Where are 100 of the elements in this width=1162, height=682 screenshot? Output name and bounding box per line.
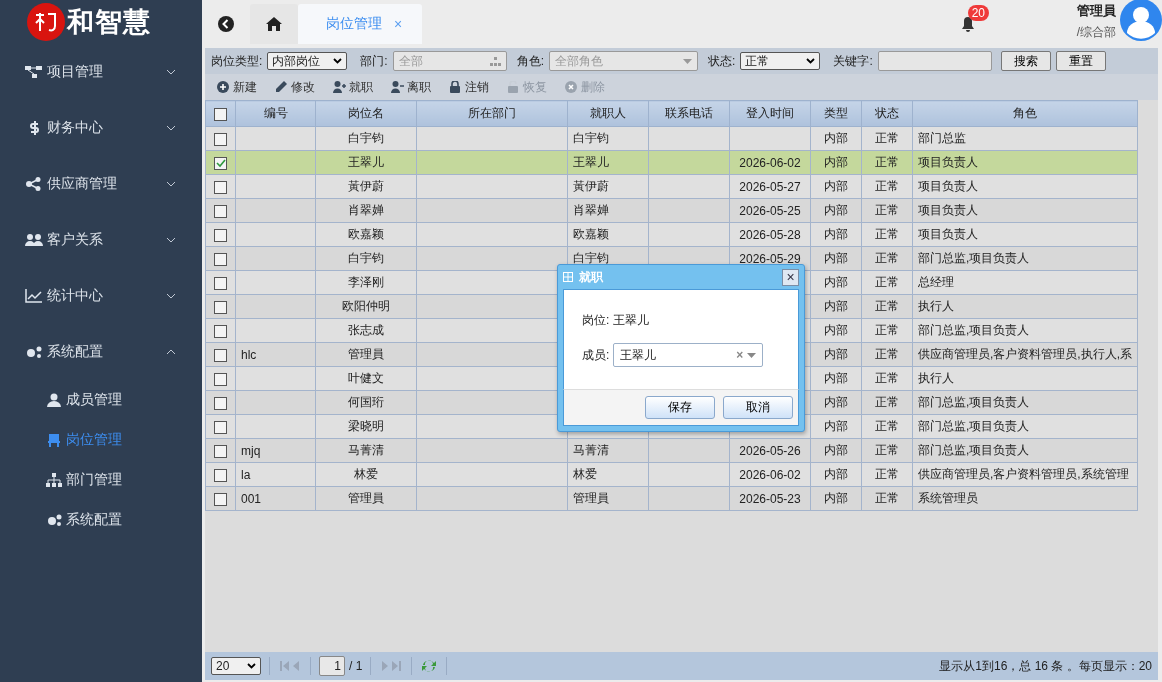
table-cell: 内部 — [824, 275, 848, 289]
field-label: 岗位: — [582, 312, 610, 329]
member-select[interactable]: 王翠儿 × — [613, 343, 764, 367]
sidebar-subitem[interactable]: 成员管理 — [0, 380, 202, 420]
sidebar-item[interactable]: 财务中心 — [0, 100, 202, 156]
filter-button[interactable]: 搜索 — [1000, 51, 1051, 71]
column-header[interactable]: 联系电话 — [648, 100, 730, 127]
logo-text: 和智慧 — [67, 6, 151, 39]
table-cell: 项目负责人 — [918, 179, 978, 193]
table-cell: hlc — [241, 347, 257, 362]
toolbar-button[interactable]: 修改 — [271, 78, 319, 96]
column-header[interactable]: 所在部门 — [416, 100, 568, 127]
row-checkbox[interactable] — [214, 228, 227, 242]
table-cell: 正常 — [875, 251, 899, 265]
table-cell: mjq — [241, 443, 261, 458]
table-cell: 黃伊蔚 — [573, 179, 609, 193]
table-cell: 内部 — [824, 299, 848, 313]
row-checkbox[interactable] — [214, 372, 227, 386]
sidebar-item[interactable]: 客户关系 — [0, 212, 202, 268]
column-header[interactable]: 登入时间 — [729, 100, 811, 127]
table-cell: 正常 — [875, 395, 899, 409]
sidebar-subitem[interactable]: 系统配置 — [0, 500, 202, 540]
status-select[interactable]: 正常 — [740, 52, 821, 70]
remove-icon — [565, 81, 578, 93]
home-tab[interactable] — [250, 4, 298, 44]
table-cell: 正常 — [875, 443, 899, 457]
filter-button[interactable]: 重置 — [1055, 51, 1106, 71]
table-cell: 部门总监,项目负责人 — [918, 443, 1030, 457]
caret-icon — [247, 663, 256, 669]
column-header[interactable]: 角色 — [912, 100, 1138, 127]
table-cell: 部门总监,项目负责人 — [918, 419, 1030, 433]
user-department: /综合部 — [1076, 23, 1116, 41]
table-cell: 白宇钧 — [348, 251, 384, 265]
caret-icon — [806, 58, 816, 64]
close-button[interactable]: × — [782, 268, 799, 286]
row-checkbox[interactable] — [214, 468, 227, 482]
dialog-title: 就职 — [579, 268, 603, 286]
table-cell: 叶健文 — [348, 371, 384, 385]
unlock-icon — [507, 81, 520, 93]
row-checkbox[interactable] — [214, 444, 227, 458]
select-all-checkbox[interactable] — [214, 107, 227, 121]
toolbar-button[interactable]: 离职 — [387, 78, 435, 96]
table-cell: 内部 — [824, 179, 848, 193]
row-checkbox[interactable] — [214, 180, 227, 194]
sidebar-item[interactable]: 统计中心 — [0, 268, 202, 324]
dialog-button[interactable]: 取消 — [723, 396, 793, 419]
keyword-field[interactable] — [877, 51, 992, 71]
table-cell: 总经理 — [918, 275, 954, 289]
table-cell: 内部 — [824, 347, 848, 361]
table-cell: 马菁清 — [348, 443, 384, 457]
row-checkbox[interactable] — [214, 132, 227, 146]
dialog-button[interactable]: 保存 — [645, 396, 715, 419]
row-checkbox[interactable] — [214, 396, 227, 410]
table-cell: 内部 — [824, 131, 848, 145]
column-header[interactable]: 岗位名 — [315, 100, 417, 127]
row-checkbox[interactable] — [214, 276, 227, 290]
row-checkbox[interactable] — [214, 492, 227, 506]
sidebar-item[interactable]: 供应商管理 — [0, 156, 202, 212]
grid-icon — [563, 272, 573, 282]
sidebar-item[interactable]: 系统配置 — [0, 324, 202, 380]
row-checkbox[interactable] — [214, 156, 227, 170]
row-checkbox[interactable] — [214, 348, 227, 362]
row-checkbox[interactable] — [214, 324, 227, 338]
table-cell: 2026-06-02 — [739, 467, 801, 482]
column-header[interactable]: 状态 — [861, 100, 913, 127]
table-cell: 梁晓明 — [348, 419, 384, 433]
users-icon — [25, 233, 43, 247]
avatar-icon[interactable] — [1120, 0, 1162, 41]
toolbar-button[interactable]: 新建 — [213, 78, 261, 96]
table-cell: 项目负责人 — [918, 203, 978, 217]
column-header[interactable]: 类型 — [810, 100, 862, 127]
page-size-select[interactable]: 20 — [211, 657, 261, 675]
row-checkbox[interactable] — [214, 300, 227, 314]
back-icon[interactable] — [218, 16, 234, 32]
table-cell: 黃伊蔚 — [348, 179, 384, 193]
table-cell: 2026-05-23 — [739, 491, 801, 506]
toolbar-button[interactable]: 就职 — [329, 78, 377, 96]
column-header[interactable]: 编号 — [235, 100, 316, 127]
row-checkbox[interactable] — [214, 204, 227, 218]
sidebar-item[interactable]: 项目管理 — [0, 44, 202, 100]
row-checkbox[interactable] — [214, 252, 227, 266]
bell-icon[interactable] — [960, 16, 975, 32]
table-cell: 正常 — [875, 419, 899, 433]
table-cell: 内部 — [824, 419, 848, 433]
toolbar-button[interactable]: 注销 — [445, 78, 493, 96]
sidebar-subitem[interactable]: 部门管理 — [0, 460, 202, 500]
table-cell: 部门总监 — [918, 131, 966, 145]
table-cell: 管理員 — [573, 491, 609, 505]
post-type-select[interactable]: 内部岗位 — [267, 52, 348, 70]
post-value: 王翠儿 — [613, 312, 650, 329]
chevron-icon — [166, 349, 176, 355]
caret-icon — [747, 352, 757, 358]
row-checkbox[interactable] — [214, 420, 227, 434]
plus-icon — [217, 81, 230, 93]
chair-icon — [46, 433, 62, 447]
table-cell: 张志成 — [348, 323, 384, 337]
column-header[interactable]: 就职人 — [567, 100, 649, 127]
table-cell: 正常 — [875, 323, 899, 337]
page-field[interactable]: 1 — [319, 656, 345, 676]
table-cell: 白宇钧 — [573, 251, 609, 265]
